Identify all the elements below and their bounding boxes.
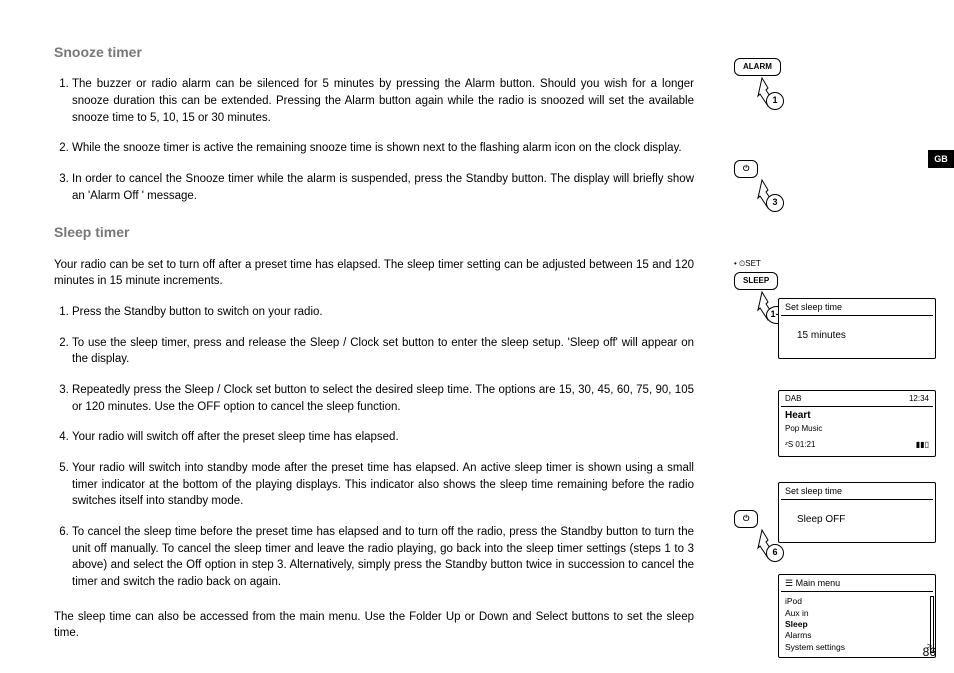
sleep-steps: Press the Standby button to switch on yo… (54, 304, 694, 591)
page-number: 86 (923, 644, 936, 661)
screen-sleep-off: Set sleep time Sleep OFF (778, 482, 936, 543)
hand-icon: 6 (734, 528, 784, 570)
language-tab: GB (928, 150, 954, 168)
step-badge: 1 (766, 92, 784, 110)
list-item: To use the sleep timer, press and releas… (72, 335, 694, 368)
screen-title: Set sleep time (781, 485, 933, 500)
screen-title: ☰ Main menu (781, 577, 933, 592)
screen-set-sleep-15: Set sleep time 15 minutes (778, 298, 936, 359)
menu-item: Alarms (785, 630, 929, 641)
screen-now-playing: DAB 12:34 Heart Pop Music ᶻS 01:21 ▮▮▯ (778, 390, 936, 457)
list-item: Your radio will switch into standby mode… (72, 460, 694, 510)
illustration-alarm-button: ALARM 1 (734, 58, 814, 118)
genre-label: Pop Music (785, 423, 929, 435)
hand-icon: 1-3 (734, 290, 784, 332)
screen-body: 15 minutes (785, 320, 929, 352)
sleep-overlabel: • ⏲SET (734, 258, 814, 270)
list-item: To cancel the sleep time before the pres… (72, 524, 694, 591)
screen-title: Set sleep time (781, 301, 933, 316)
illustration-standby-button: ⏻ 3 (734, 160, 814, 220)
list-item: While the snooze timer is active the rem… (72, 140, 694, 157)
list-item: Your radio will switch off after the pre… (72, 429, 694, 446)
sleep-intro: Your radio can be set to turn off after … (54, 257, 694, 290)
hand-icon: 1 (734, 76, 784, 118)
clock-label: 12:34 (909, 393, 929, 405)
screen-main-menu: ☰ Main menu iPod Aux in Sleep Alarms Sys… (778, 574, 936, 658)
sleep-outro: The sleep time can also be accessed from… (54, 609, 694, 642)
list-item: The buzzer or radio alarm can be silence… (72, 76, 694, 126)
station-name: Heart (785, 409, 929, 424)
content-column: Snooze timer The buzzer or radio alarm c… (54, 42, 694, 656)
menu-item: iPod (785, 596, 929, 607)
mode-label: DAB (785, 393, 801, 405)
menu-item: System settings (785, 642, 929, 653)
heading-snooze-timer: Snooze timer (54, 42, 694, 62)
list-item: Press the Standby button to switch on yo… (72, 304, 694, 321)
screen-body: Sleep OFF (785, 504, 929, 536)
manual-page: { "tab": "GB", "pageNumber": "86", "sect… (0, 0, 954, 673)
sleep-remaining: ᶻS 01:21 (785, 439, 815, 451)
list-item: In order to cancel the Snooze timer whil… (72, 171, 694, 204)
step-badge: 3 (766, 194, 784, 212)
signal-icon: ▮▮▯ (916, 439, 929, 451)
snooze-steps: The buzzer or radio alarm can be silence… (54, 76, 694, 204)
menu-item-selected: Sleep (785, 619, 929, 630)
hand-icon: 3 (734, 178, 784, 220)
heading-sleep-timer: Sleep timer (54, 222, 694, 242)
list-item: Repeatedly press the Sleep / Clock set b… (72, 382, 694, 415)
menu-item: Aux in (785, 608, 929, 619)
step-badge: 6 (766, 544, 784, 562)
